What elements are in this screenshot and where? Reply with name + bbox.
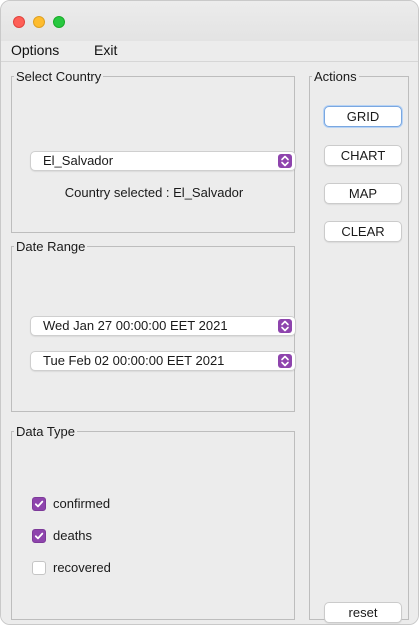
clear-button[interactable]: CLEAR (324, 221, 402, 242)
title-bar (1, 1, 418, 41)
minimize-window-button[interactable] (33, 16, 45, 28)
checkmark-icon (32, 529, 46, 543)
actions-panel: Actions GRID CHART MAP CLEAR reset (309, 69, 409, 623)
maximize-window-button[interactable] (53, 16, 65, 28)
chart-button[interactable]: CHART (324, 145, 402, 166)
data-type-legend: Data Type (16, 424, 76, 439)
end-date-value: Tue Feb 02 00:00:00 EET 2021 (43, 353, 225, 368)
unchecked-box-icon (32, 561, 46, 575)
close-window-button[interactable] (13, 16, 25, 28)
app-window: Options Exit Select Country El_Salvador … (0, 0, 419, 625)
updown-chevron-icon (278, 154, 292, 168)
date-range-panel: Date Range Wed Jan 27 00:00:00 EET 2021 … (11, 239, 296, 412)
map-button[interactable]: MAP (324, 183, 402, 204)
reset-button[interactable]: reset (324, 602, 402, 623)
menu-bar: Options Exit (1, 41, 418, 62)
start-date-value: Wed Jan 27 00:00:00 EET 2021 (43, 318, 228, 333)
country-selected-status: Country selected : El_Salvador (64, 185, 244, 200)
data-type-panel: Data Type confirmed deaths recovered (11, 424, 295, 620)
menu-options[interactable]: Options (11, 42, 59, 58)
deaths-label: deaths (53, 528, 93, 543)
updown-chevron-icon (278, 354, 292, 368)
main-content: Select Country El_Salvador Country selec… (1, 62, 418, 624)
start-date-select[interactable]: Wed Jan 27 00:00:00 EET 2021 (30, 316, 296, 336)
country-select[interactable]: El_Salvador (30, 151, 296, 171)
recovered-label: recovered (53, 560, 111, 575)
select-country-legend: Select Country (16, 69, 102, 84)
menu-exit[interactable]: Exit (94, 42, 117, 58)
grid-button[interactable]: GRID (324, 106, 402, 127)
date-range-legend: Date Range (16, 239, 86, 254)
end-date-select[interactable]: Tue Feb 02 00:00:00 EET 2021 (30, 351, 296, 371)
country-select-value: El_Salvador (43, 153, 114, 168)
checkmark-icon (32, 497, 46, 511)
confirmed-label: confirmed (53, 496, 111, 511)
select-country-panel: Select Country El_Salvador Country selec… (11, 69, 296, 233)
updown-chevron-icon (278, 319, 292, 333)
actions-legend: Actions (314, 69, 357, 84)
